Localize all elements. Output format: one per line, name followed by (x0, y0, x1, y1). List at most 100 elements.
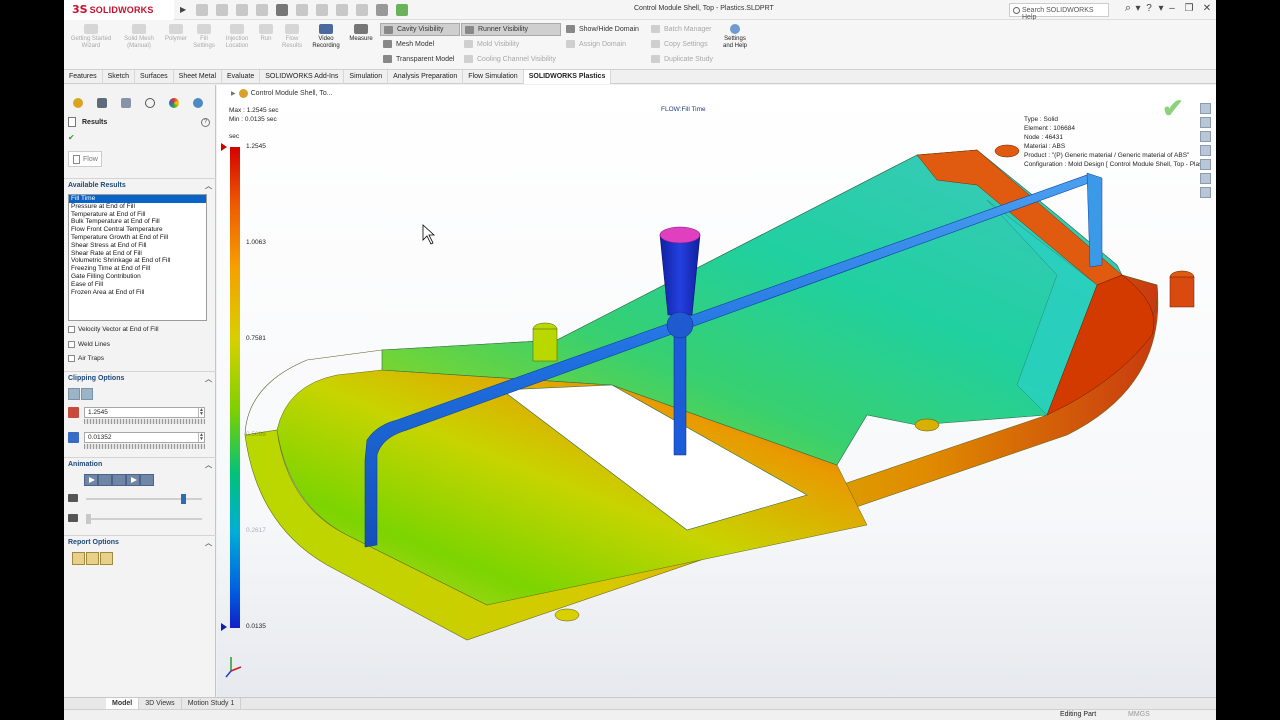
results-listbox[interactable]: Fill Time Pressure at End of Fill Temper… (68, 194, 207, 321)
play-icon[interactable] (84, 474, 98, 486)
search-help-input[interactable]: Search SOLIDWORKS Help (1009, 3, 1109, 21)
redo-icon[interactable] (316, 3, 329, 16)
video-recording-button[interactable]: Video Recording (309, 24, 343, 50)
addin-icon[interactable] (396, 3, 409, 16)
save-icon[interactable] (256, 3, 269, 16)
spin-arrows-icon[interactable]: ▲ ▼ (198, 408, 204, 417)
legend-max-marker-icon[interactable] (221, 143, 227, 151)
list-item[interactable]: Bulk Temperature at End of Fill (69, 218, 206, 226)
tab-addins[interactable]: SOLIDWORKS Add-Ins (260, 70, 345, 84)
copy-settings-button[interactable]: Copy Settings (648, 38, 718, 51)
stop-icon[interactable] (112, 474, 126, 486)
list-item[interactable]: Ease of Fill (69, 281, 206, 289)
fill-settings-button[interactable]: Fill Settings (192, 24, 216, 50)
plastics-manager-icon[interactable] (68, 96, 88, 110)
list-item[interactable]: Volumetric Shrinkage at End of Fill (69, 257, 206, 265)
speed-slider-thumb[interactable] (181, 494, 187, 504)
collapse-icon[interactable]: ︿ (205, 374, 212, 384)
available-results-header[interactable]: Available Results ︿ (68, 182, 212, 190)
appearances-icon[interactable] (1200, 159, 1211, 170)
cooling-channel-visibility-button[interactable]: Cooling Channel Visibility (461, 53, 561, 66)
clip-max-input[interactable]: 1.2545 ▲ ▼ (84, 407, 205, 418)
mold-visibility-button[interactable]: Mold Visibility (461, 38, 561, 51)
options-gear-icon[interactable] (376, 3, 389, 16)
flow-results-button[interactable]: Flow Results (278, 24, 306, 50)
clip-min-input[interactable]: 0.01352 ▲ ▼ (84, 432, 205, 443)
list-item[interactable]: Flow Front Central Temperature (69, 226, 206, 234)
report-icon[interactable] (72, 552, 85, 565)
list-item[interactable]: Shear Stress at End of Fill (69, 242, 206, 250)
home-icon[interactable] (196, 3, 209, 16)
restore-icon[interactable]: ❐ (1182, 3, 1196, 14)
pause-icon[interactable] (98, 474, 112, 486)
animation-speed-slider[interactable] (86, 494, 202, 504)
air-traps-checkbox[interactable]: Air Traps (68, 355, 104, 362)
rebuild-icon[interactable] (356, 3, 369, 16)
graphics-viewport[interactable]: ▶ Control Module Shell, To... Max : 1.254… (217, 85, 1216, 697)
new-document-icon[interactable] (216, 3, 229, 16)
legend-min-marker-icon[interactable] (221, 623, 227, 631)
clip-max-slider[interactable] (84, 419, 205, 424)
cavity-visibility-button[interactable]: Cavity Visibility (380, 23, 460, 36)
property-manager-icon[interactable] (116, 96, 136, 110)
configuration-manager-icon[interactable] (140, 96, 160, 110)
runner-visibility-button[interactable]: Runner Visibility (461, 23, 561, 36)
duplicate-study-button[interactable]: Duplicate Study (648, 53, 718, 66)
list-item[interactable]: Temperature Growth at End of Fill (69, 234, 206, 242)
list-item[interactable]: Temperature at End of Fill (69, 211, 206, 219)
help-circle-icon[interactable]: ? (201, 118, 210, 127)
injection-location-button[interactable]: Injection Location (220, 24, 254, 50)
report-export-icon[interactable] (100, 552, 113, 565)
undo-icon[interactable] (296, 3, 309, 16)
tab-analysis-preparation[interactable]: Analysis Preparation (388, 70, 464, 84)
assign-domain-button[interactable]: Assign Domain (563, 38, 645, 51)
close-icon[interactable]: ✕ (1200, 3, 1214, 14)
show-hide-domain-button[interactable]: Show/Hide Domain (563, 23, 645, 36)
plastics-tasks-icon[interactable] (1200, 187, 1211, 198)
minimize-icon[interactable]: – (1165, 3, 1179, 14)
tab-sketch[interactable]: Sketch (103, 70, 136, 84)
tab-flow-simulation[interactable]: Flow Simulation (463, 70, 524, 84)
file-explorer-icon[interactable] (1200, 131, 1211, 142)
tab-simulation[interactable]: Simulation (344, 70, 389, 84)
polymer-button[interactable]: Polymer (162, 24, 190, 43)
batch-manager-button[interactable]: Batch Manager (648, 23, 718, 36)
solidworks-logo[interactable]: 3S SOLIDWORKS (64, 0, 174, 20)
report-options-header[interactable]: Report Options ︿ (68, 538, 212, 548)
settings-and-help-button[interactable]: Settings and Help (719, 24, 751, 50)
flow-subtab[interactable]: Flow (68, 151, 102, 167)
custom-properties-icon[interactable] (1200, 173, 1211, 184)
velocity-vector-checkbox[interactable]: Velocity Vector at End of Fill (68, 326, 159, 333)
simulation-manager-icon[interactable] (188, 96, 208, 110)
print-icon[interactable] (276, 3, 289, 16)
record-icon[interactable] (140, 474, 154, 486)
measure-button[interactable]: Measure (346, 24, 376, 43)
clip-reset-icon[interactable] (81, 388, 93, 400)
list-item[interactable]: Shear Rate at End of Fill (69, 250, 206, 258)
feature-tree-flyout[interactable]: ▶ Control Module Shell, To... (231, 89, 333, 98)
animation-header[interactable]: Animation ︿ (68, 460, 212, 470)
resources-icon[interactable] (1200, 103, 1211, 114)
tab-sheet-metal[interactable]: Sheet Metal (174, 70, 223, 84)
collapse-icon[interactable]: ︿ (205, 538, 212, 548)
view-palette-icon[interactable] (1200, 145, 1211, 156)
display-manager-icon[interactable] (164, 96, 184, 110)
weld-lines-checkbox[interactable]: Weld Lines (68, 341, 110, 348)
spin-arrows-icon[interactable]: ▲ ▼ (198, 433, 204, 442)
clipping-options-header[interactable]: Clipping Options ︿ (68, 374, 212, 384)
clip-min-slider[interactable] (84, 444, 205, 449)
status-units[interactable]: MMGS (1128, 711, 1150, 718)
menu-expand-arrow-icon[interactable]: ▶ (180, 5, 186, 14)
design-library-icon[interactable] (1200, 117, 1211, 128)
transparent-model-button[interactable]: Transparent Model (380, 53, 460, 66)
collapse-icon[interactable]: ︿ (205, 460, 212, 470)
mesh-model-button[interactable]: Mesh Model (380, 38, 460, 51)
tab-surfaces[interactable]: Surfaces (135, 70, 174, 84)
list-item[interactable]: Frozen Area at End of Fill (69, 289, 206, 297)
tab-plastics[interactable]: SOLIDWORKS Plastics (523, 70, 612, 84)
getting-started-wizard-button[interactable]: Getting Started Wizard (68, 24, 114, 50)
list-item[interactable]: Gate Filling Contribution (69, 273, 206, 281)
confirmation-check-icon[interactable]: ✔ (1162, 93, 1184, 124)
list-item[interactable]: Fill Time (69, 195, 206, 203)
expand-arrow-icon[interactable]: ▶ (231, 90, 236, 97)
